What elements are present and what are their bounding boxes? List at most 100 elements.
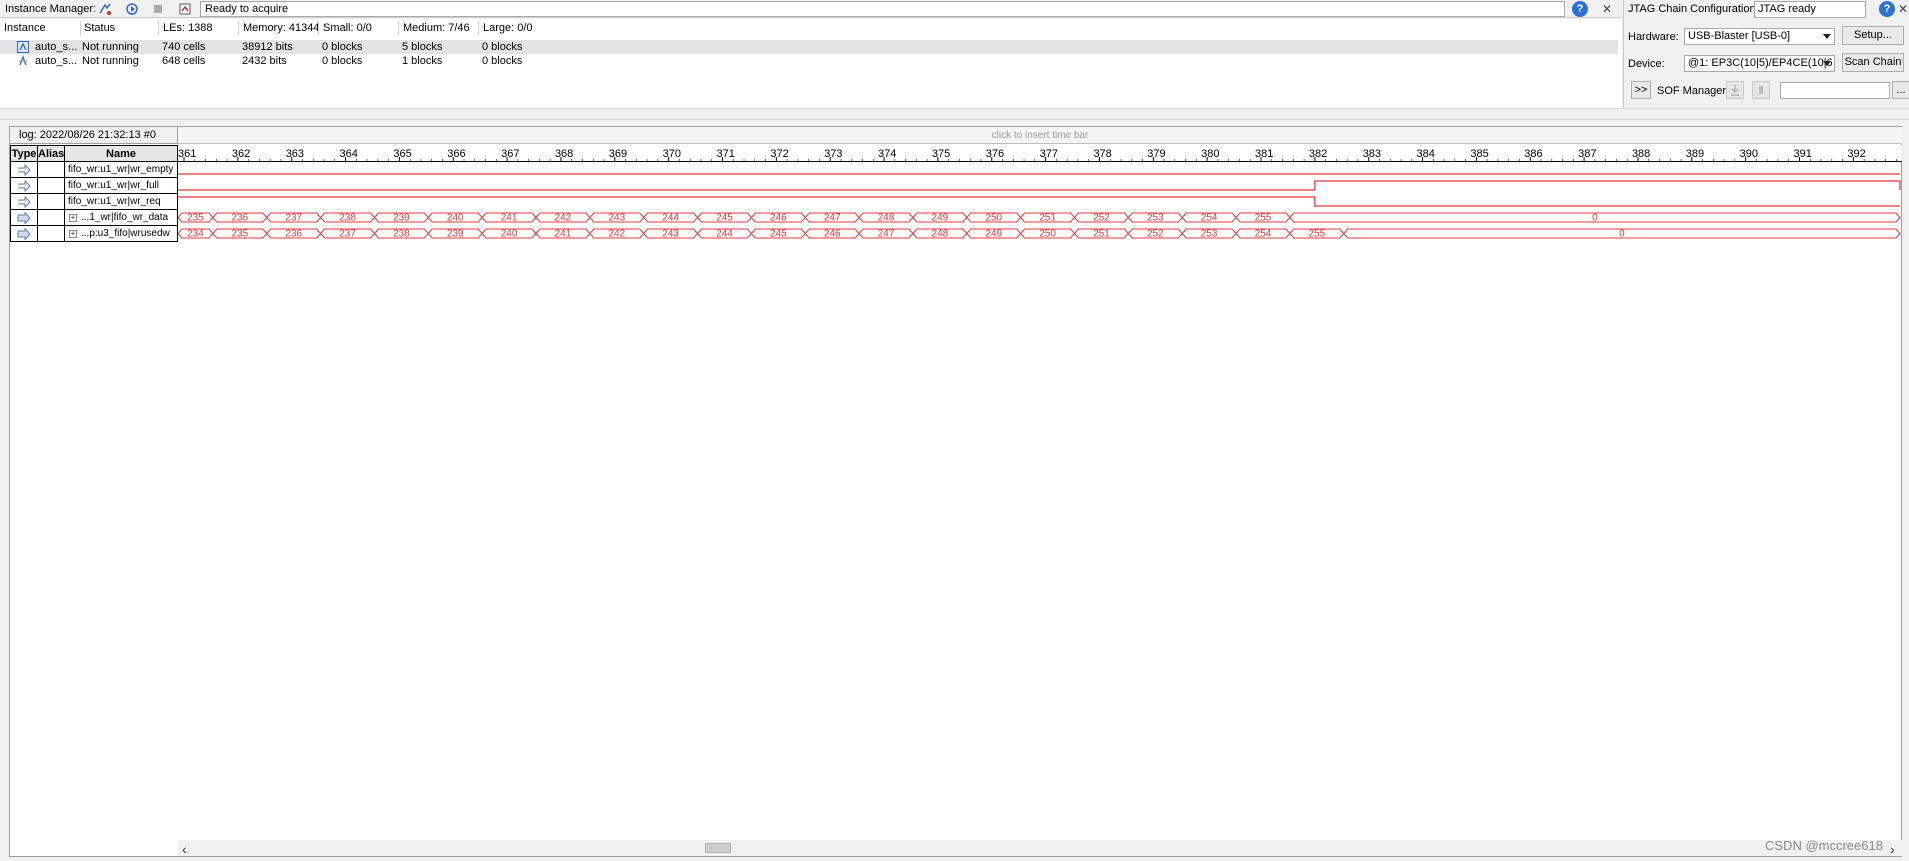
bus-wrusedw-value-label: 250 bbox=[1039, 229, 1056, 240]
time-tick-label: 374 bbox=[878, 148, 896, 160]
column-divider bbox=[398, 21, 399, 36]
signal-name: fifo_wr:u1_wr|wr_req bbox=[68, 196, 161, 207]
time-tick-label: 367 bbox=[501, 148, 519, 160]
bus-fifo-wr-data-value-label: 0 bbox=[1592, 213, 1598, 224]
panel-splitter[interactable] bbox=[0, 108, 1909, 120]
bus-wrusedw-value-label: 0 bbox=[1619, 229, 1625, 240]
read-data-icon[interactable] bbox=[176, 1, 194, 17]
instance-manager-label: Instance Manager: bbox=[5, 3, 97, 15]
help-icon[interactable]: ? bbox=[1879, 1, 1895, 17]
type-header[interactable]: Type bbox=[10, 145, 38, 162]
bus-wrusedw-value-label: 235 bbox=[232, 229, 249, 240]
expand-icon[interactable]: + bbox=[69, 214, 77, 222]
scan-chain-button[interactable]: Scan Chain bbox=[1842, 53, 1904, 72]
horizontal-scrollbar[interactable]: ‹ › bbox=[178, 840, 1902, 857]
waveform-canvas[interactable]: 361 362 363 364 365 366 367 368 369 370 371 372 373 3… bbox=[178, 145, 1902, 245]
col-small[interactable]: Small: 0/0 bbox=[323, 22, 372, 34]
stop-programming-icon[interactable] bbox=[1752, 81, 1770, 99]
bus-fifo-wr-data-value-label: 242 bbox=[555, 213, 572, 224]
alias-cell bbox=[38, 194, 65, 210]
scroll-thumb[interactable] bbox=[705, 843, 731, 853]
signal-row[interactable]: fifo_wr:u1_wr|wr_full bbox=[10, 178, 178, 194]
bus-wrusedw-value-label: 243 bbox=[662, 229, 679, 240]
setup-button[interactable]: Setup... bbox=[1842, 26, 1904, 45]
instance-les: 740 cells bbox=[162, 41, 206, 53]
bus-fifo-wr-data-value-label: 250 bbox=[985, 213, 1002, 224]
instance-medium: 5 blocks bbox=[402, 41, 443, 53]
signal-row[interactable]: + ...p:u3_fifo|wrusedw bbox=[10, 226, 178, 242]
col-instance[interactable]: Instance bbox=[4, 22, 46, 34]
program-device-icon[interactable] bbox=[1726, 81, 1744, 99]
instance-les: 648 cells bbox=[162, 55, 206, 67]
signal-row[interactable]: + ...1_wr|fifo_wr_data bbox=[10, 210, 178, 226]
top-panel: Instance Manager: Ready to acquire ? ✕ I… bbox=[0, 0, 1909, 108]
time-tick-label: 362 bbox=[232, 148, 250, 160]
autorun-analysis-icon[interactable] bbox=[96, 1, 114, 17]
run-analysis-icon[interactable] bbox=[123, 1, 141, 17]
col-medium[interactable]: Medium: 7/46 bbox=[403, 22, 470, 34]
close-icon[interactable]: ✕ bbox=[1898, 2, 1908, 16]
name-header[interactable]: Name bbox=[65, 145, 178, 162]
time-bar-insert-area[interactable]: click to insert time bar bbox=[178, 127, 1902, 144]
bus-wrusedw-value-label: 244 bbox=[716, 229, 733, 240]
time-tick-label: 388 bbox=[1632, 148, 1650, 160]
time-tick-label: 365 bbox=[393, 148, 411, 160]
time-tick-label: 368 bbox=[555, 148, 573, 160]
bus-fifo-wr-data-value-label: 251 bbox=[1039, 213, 1056, 224]
time-tick-label: 378 bbox=[1093, 148, 1111, 160]
device-select[interactable]: @1: EP3C(10|5)/EP4CE(10|6 bbox=[1684, 55, 1835, 72]
watermark: CSDN @mccree618 bbox=[1765, 838, 1883, 853]
bus-fifo-wr-data-value-label: 254 bbox=[1201, 213, 1218, 224]
signal-row[interactable]: fifo_wr:u1_wr|wr_req bbox=[10, 194, 178, 210]
expand-sof-button[interactable]: >> bbox=[1631, 81, 1651, 99]
instance-icon bbox=[19, 55, 27, 66]
time-tick-label: 390 bbox=[1740, 148, 1758, 160]
time-tick-label: 372 bbox=[770, 148, 788, 160]
bus-fifo-wr-data-value-label: 255 bbox=[1255, 213, 1272, 224]
signal-name: fifo_wr:u1_wr|wr_full bbox=[68, 180, 159, 191]
signal-name: ...1_wr|fifo_wr_data bbox=[81, 212, 169, 223]
type-cell bbox=[10, 210, 38, 226]
col-status[interactable]: Status bbox=[84, 22, 115, 34]
time-tick-label: 375 bbox=[932, 148, 950, 160]
bus-wrusedw-value-label: 238 bbox=[393, 229, 410, 240]
col-large[interactable]: Large: 0/0 bbox=[483, 22, 533, 34]
column-divider bbox=[238, 21, 239, 36]
sof-browse-button[interactable]: ... bbox=[1892, 81, 1909, 99]
alias-cell bbox=[38, 162, 65, 178]
bus-pin-icon bbox=[17, 212, 31, 224]
alias-header[interactable]: Alias bbox=[38, 145, 65, 162]
hardware-label: Hardware: bbox=[1628, 31, 1679, 43]
close-icon[interactable]: ✕ bbox=[1602, 2, 1612, 16]
help-icon[interactable]: ? bbox=[1572, 1, 1588, 17]
scroll-left-icon[interactable]: ‹ bbox=[182, 841, 187, 857]
bus-fifo-wr-data-value-label: 238 bbox=[339, 213, 356, 224]
instance-status: Not running bbox=[82, 55, 139, 67]
instance-memory: 2432 bits bbox=[242, 55, 287, 67]
log-label: log: 2022/08/26 21:32:13 #0 bbox=[10, 127, 178, 144]
time-tick-label: 364 bbox=[340, 148, 358, 160]
instance-row[interactable]: auto_s... Not running 740 cells 38912 bi… bbox=[0, 40, 1618, 54]
signal-row[interactable]: fifo_wr:u1_wr|wr_empty bbox=[10, 162, 178, 178]
device-value: @1: EP3C(10|5)/EP4CE(10|6 bbox=[1688, 57, 1833, 69]
instance-large: 0 blocks bbox=[482, 41, 523, 53]
bus-fifo-wr-data-value-label: 248 bbox=[878, 213, 895, 224]
trace-wr-full bbox=[178, 180, 1901, 191]
hardware-select[interactable]: USB-Blaster [USB-0] bbox=[1684, 28, 1835, 45]
bus-fifo-wr-data-value-label: 245 bbox=[716, 213, 733, 224]
stop-analysis-icon[interactable] bbox=[149, 1, 167, 17]
time-tick-label: 376 bbox=[986, 148, 1004, 160]
scroll-right-icon[interactable]: › bbox=[1890, 841, 1895, 857]
col-memory[interactable]: Memory: 41344 bbox=[243, 22, 319, 34]
time-tick-label: 387 bbox=[1578, 148, 1596, 160]
alias-cell bbox=[38, 210, 65, 226]
expand-icon[interactable]: + bbox=[69, 230, 77, 238]
sof-file-field[interactable] bbox=[1780, 82, 1890, 99]
signal-name: ...p:u3_fifo|wrusedw bbox=[81, 228, 170, 239]
col-les[interactable]: LEs: 1388 bbox=[163, 22, 213, 34]
jtag-chain-panel: JTAG Chain Configuration: JTAG ready ? ✕… bbox=[1623, 0, 1909, 108]
instance-row[interactable]: auto_s... Not running 648 cells 2432 bit… bbox=[0, 54, 1618, 68]
bus-wrusedw-value-label: 251 bbox=[1093, 229, 1110, 240]
instance-name: auto_s... bbox=[35, 55, 78, 67]
time-tick-label: 391 bbox=[1794, 148, 1812, 160]
